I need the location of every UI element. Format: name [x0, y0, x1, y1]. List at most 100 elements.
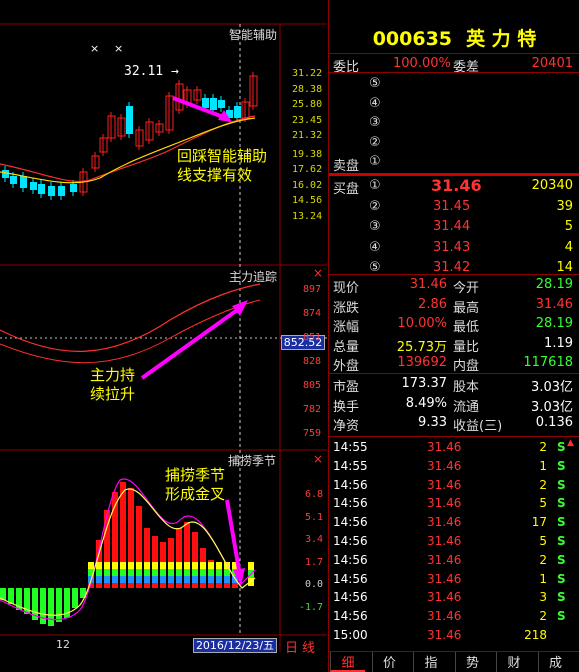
quote-label: 涨幅 [333, 320, 360, 335]
mid-annotation: 主力持 续拉升 [90, 366, 136, 403]
low-axis-label: 1.7 [305, 556, 324, 568]
close-icon[interactable]: × [313, 266, 323, 280]
main-axis-label: 19.38 [292, 148, 323, 160]
tick-time: 14:56 [333, 590, 368, 605]
buy-label: 买盘 [333, 182, 360, 197]
quote-label: 最高 [453, 300, 480, 316]
mid-axis-label: 851 [303, 332, 322, 343]
buy-level-index: ② [369, 198, 381, 214]
fundamental-value: 173.37 [401, 376, 448, 391]
buy-level-index: ① [369, 178, 381, 193]
mid-axis-label: 874 [303, 308, 322, 319]
fundamental-label: 净资 [333, 419, 360, 434]
candle-body [10, 176, 17, 184]
tab-4[interactable]: 财 [496, 652, 531, 672]
quote-label: 涨跌 [333, 300, 360, 316]
tick-volume: 5 [539, 496, 547, 511]
tick-side: S [557, 515, 566, 530]
quote-label: 最低 [453, 320, 480, 335]
sell-level-index: ① [369, 154, 381, 169]
tick-volume: 3 [539, 590, 547, 605]
mid-axis-label: 805 [303, 380, 322, 391]
buy-level-index: ④ [369, 239, 381, 255]
quote-label: 外盘 [333, 359, 360, 374]
tick-price: 31.46 [427, 458, 462, 473]
buy-level-price: 31.46 [431, 176, 482, 195]
main-panel-title: 智能辅助 [229, 28, 278, 42]
candle-body [2, 170, 9, 178]
sell-label: 卖盘 [333, 159, 360, 174]
tick-price: 31.46 [427, 609, 462, 624]
histogram-bar [72, 588, 78, 608]
buy-level-volume: 39 [556, 198, 573, 214]
mid-panel-title: 主力追踪 [229, 270, 278, 284]
tick-volume: 218 [524, 628, 547, 642]
tick-side: S [557, 440, 566, 454]
svg-text:×: × [90, 42, 99, 55]
tick-scroll-arrow[interactable]: ▲ [567, 438, 574, 448]
fundamental-label: 股本 [453, 380, 480, 395]
tab-3[interactable]: 势 [454, 652, 490, 672]
main-axis-label: 17.62 [292, 164, 323, 175]
fundamental-label: 市盈 [333, 380, 360, 395]
quote-value: 28.19 [535, 316, 573, 331]
candle-body [30, 182, 37, 190]
buy-level-volume: 5 [564, 219, 573, 234]
tick-side: S [557, 609, 566, 624]
tick-side: S [557, 590, 566, 605]
tick-time: 14:56 [333, 515, 368, 530]
candle-body [20, 176, 27, 188]
fundamental-value: 9.33 [418, 415, 447, 430]
candle-body [70, 184, 77, 192]
tab-0[interactable]: 细 [330, 652, 365, 672]
tab-5[interactable]: 成 [537, 652, 573, 672]
main-axis-label: 16.02 [292, 179, 323, 191]
tick-time: 14:56 [333, 534, 368, 548]
tick-side: S [557, 552, 566, 567]
close-icon[interactable]: × [313, 452, 323, 466]
buy-level-index: ③ [369, 219, 381, 234]
stock-name: 英 力 特 [466, 28, 537, 50]
candle-body [38, 184, 45, 194]
period-label[interactable]: 日线 [285, 637, 319, 656]
tick-side: S [557, 458, 566, 473]
main-axis-label: 28.38 [292, 83, 323, 95]
tick-side: S [557, 477, 566, 492]
tick-price: 31.46 [427, 477, 462, 492]
buy-level-index: ⑤ [369, 260, 381, 275]
tick-time: 14:56 [333, 571, 368, 586]
quote-value: 2.86 [418, 296, 447, 312]
candle-body [234, 106, 241, 118]
tick-volume: 1 [539, 458, 547, 473]
tick-side: S [557, 534, 566, 548]
quote-label: 今开 [453, 281, 480, 296]
low-axis-label: 6.8 [305, 489, 324, 500]
commission-pct: 100.00% [393, 56, 451, 71]
mid-axis-label: 782 [303, 404, 322, 415]
main-annotation: 回踩智能辅助 线支撑有效 [177, 147, 268, 184]
tick-price: 31.46 [427, 534, 462, 548]
candle-body [126, 106, 133, 134]
tick-time: 14:56 [333, 609, 368, 624]
x-axis-label: 12 [56, 638, 70, 651]
chart-area[interactable]: × × 智能辅助 32.11 → 回踩智能辅助 线支撑有效 主力追踪 × 主力持 续拉… [0, 0, 327, 656]
tab-2[interactable]: 指 [413, 652, 448, 672]
fundamental-label: 流通 [453, 399, 480, 415]
quote-value: 28.19 [535, 277, 573, 292]
tab-1[interactable]: 价 [371, 652, 407, 672]
buy-level-price: 31.44 [433, 219, 471, 234]
tick-volume: 2 [539, 609, 547, 624]
fundamental-value: 3.03亿 [531, 380, 573, 395]
histogram-bar [48, 588, 54, 626]
fundamental-value: 0.136 [535, 415, 573, 430]
tick-time: 14:56 [333, 496, 368, 511]
main-axis-label: 21.32 [292, 130, 323, 141]
main-axis-label: 14.56 [292, 195, 323, 206]
date-box: 2016/12/23/五 [193, 638, 277, 653]
fundamental-value: 3.03亿 [531, 399, 573, 415]
low-axis-label: 3.4 [305, 534, 324, 545]
tick-volume: 2 [539, 552, 547, 567]
low-axis-label: 5.1 [305, 511, 324, 523]
buy-level-volume: 4 [564, 239, 573, 255]
tick-price: 31.46 [427, 571, 462, 586]
